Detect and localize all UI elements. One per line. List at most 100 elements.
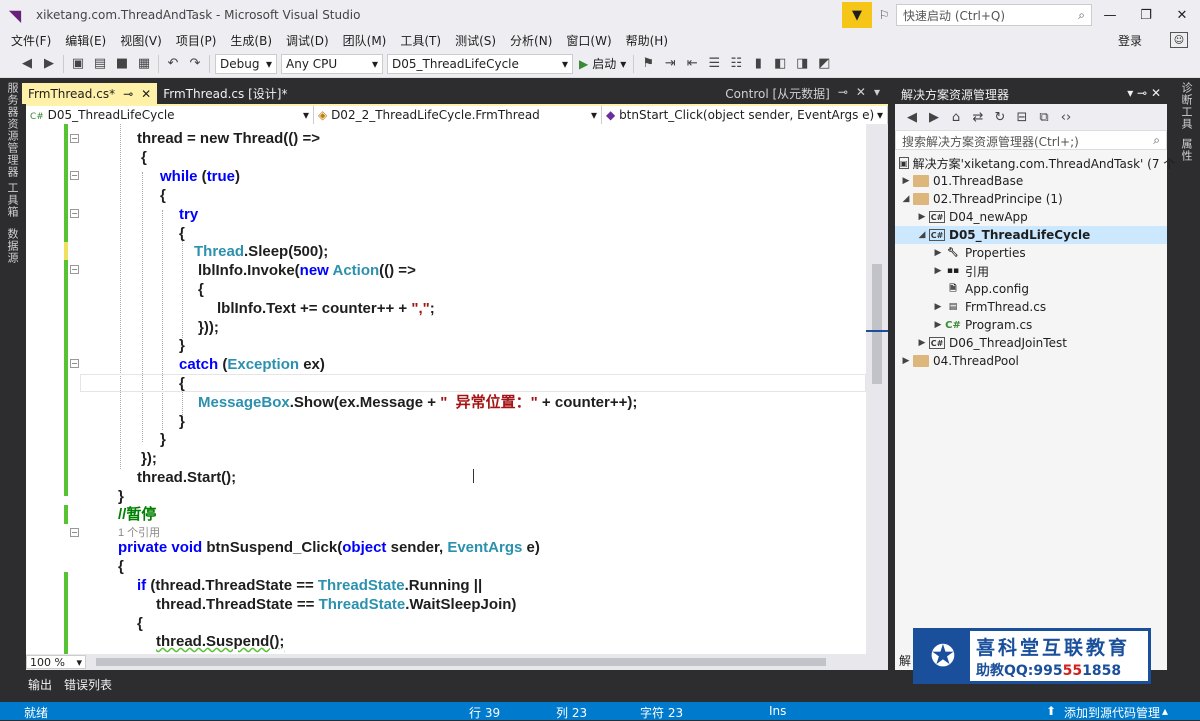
start-button[interactable]: ▶ 启动 ▾: [575, 55, 630, 72]
expand-arrow-icon[interactable]: ▶: [915, 338, 929, 348]
redo-icon[interactable]: ↷: [184, 53, 206, 75]
tree-item-threadbase[interactable]: ▶ 01.ThreadBase: [895, 172, 1167, 190]
metadata-tab[interactable]: Control [从元数据]: [725, 85, 830, 102]
menu-analyze[interactable]: 分析(N): [503, 32, 559, 49]
uncomment-icon[interactable]: ☷: [725, 53, 747, 75]
project-dropdown[interactable]: C# D05_ThreadLifeCycle ▾: [26, 106, 314, 124]
menu-team[interactable]: 团队(M): [336, 32, 394, 49]
expand-arrow-icon[interactable]: ▶: [931, 320, 945, 330]
tree-item-threadprincipe[interactable]: ◢ 02.ThreadPrincipe (1): [895, 190, 1167, 208]
close-icon[interactable]: ✕: [1151, 86, 1161, 100]
menu-window[interactable]: 窗口(W): [559, 32, 618, 49]
tree-item-solution[interactable]: ▣ 解决方案'xiketang.com.ThreadAndTask' (7 个: [895, 154, 1175, 172]
properties-tab[interactable]: 属性: [1178, 138, 1194, 162]
open-file-icon[interactable]: ▤: [89, 53, 111, 75]
forward-icon[interactable]: ▶: [923, 106, 945, 128]
tree-item-properties[interactable]: ▶ 🔧︎ Properties: [895, 244, 1167, 262]
forward-icon[interactable]: ▶: [38, 53, 60, 75]
menu-edit[interactable]: 编辑(E): [58, 32, 113, 49]
back-icon[interactable]: ◀: [901, 106, 923, 128]
menu-test[interactable]: 测试(S): [448, 32, 503, 49]
save-icon[interactable]: ■: [111, 53, 133, 75]
login-link[interactable]: 登录: [1118, 32, 1142, 49]
platform-select[interactable]: Any CPU ▾: [281, 53, 383, 74]
notification-filter-icon[interactable]: ▼: [842, 2, 872, 28]
collapse-toggle[interactable]: −: [70, 134, 79, 143]
back-icon[interactable]: ◀: [16, 53, 38, 75]
code-editor[interactable]: − − − − − − thread = new Thread(() => { …: [26, 124, 866, 654]
next-bookmark-icon[interactable]: ◨: [791, 53, 813, 75]
expand-arrow-icon[interactable]: ▶: [931, 266, 945, 276]
expand-arrow-icon[interactable]: ▶: [915, 212, 929, 222]
save-all-icon[interactable]: ▦: [133, 53, 155, 75]
refresh-icon[interactable]: ↻: [989, 106, 1011, 128]
server-explorer-tab[interactable]: 服务器资源管理器: [4, 82, 20, 178]
menu-file[interactable]: 文件(F): [4, 32, 58, 49]
tree-item-frmthread[interactable]: ▶ ▤ FrmThread.cs: [895, 298, 1167, 316]
collapse-toggle[interactable]: −: [70, 265, 79, 274]
startup-project-select[interactable]: D05_ThreadLifeCycle ▾: [387, 53, 573, 74]
configuration-select[interactable]: Debug ▾: [215, 53, 277, 74]
chevron-down-icon[interactable]: ▾: [874, 85, 880, 102]
comment-icon[interactable]: ☰: [703, 53, 725, 75]
step-icon[interactable]: ⇥: [659, 53, 681, 75]
collapse-toggle[interactable]: −: [70, 209, 79, 218]
solution-bottom-tab[interactable]: 解: [899, 652, 911, 669]
class-dropdown[interactable]: ◈ D02_2_ThreadLifeCycle.FrmThread ▾: [314, 106, 602, 124]
menu-project[interactable]: 项目(P): [169, 32, 224, 49]
new-project-icon[interactable]: ▣: [67, 53, 89, 75]
collapse-toggle[interactable]: −: [70, 528, 79, 537]
chevron-up-icon[interactable]: ▴: [1162, 704, 1168, 718]
feedback-flag-icon[interactable]: ⚐: [872, 3, 896, 27]
tree-item-program[interactable]: ▶ C# Program.cs: [895, 316, 1167, 334]
solution-search-input[interactable]: 搜索解决方案资源管理器(Ctrl+;) ⌕: [895, 130, 1167, 150]
error-list-tab[interactable]: 错误列表: [58, 676, 118, 693]
clear-bookmarks-icon[interactable]: ◩: [813, 53, 835, 75]
undo-icon[interactable]: ↶: [162, 53, 184, 75]
close-button[interactable]: ✕: [1164, 0, 1200, 30]
menu-debug[interactable]: 调试(D): [279, 32, 336, 49]
user-icon[interactable]: ☺: [1170, 32, 1188, 48]
minimize-button[interactable]: —: [1092, 0, 1128, 30]
source-control-button[interactable]: 添加到源代码管理: [1064, 704, 1160, 721]
member-dropdown[interactable]: ◆ btnStart_Click(object sender, EventArg…: [602, 106, 888, 124]
sync-icon[interactable]: ⇄: [967, 106, 989, 128]
menu-view[interactable]: 视图(V): [113, 32, 169, 49]
restore-button[interactable]: ❐: [1128, 0, 1164, 30]
tree-item-app-config[interactable]: 🗎︎ App.config: [895, 280, 1167, 298]
pin-icon[interactable]: ⊸: [838, 85, 848, 102]
find-icon[interactable]: ⚑: [637, 53, 659, 75]
code-view-icon[interactable]: ‹›: [1055, 106, 1077, 128]
expand-arrow-icon[interactable]: ▶: [931, 302, 945, 312]
chevron-down-icon[interactable]: ▾: [1127, 86, 1133, 100]
expand-arrow-icon[interactable]: ▶: [899, 176, 913, 186]
menu-help[interactable]: 帮助(H): [619, 32, 675, 49]
home-icon[interactable]: ⌂: [945, 106, 967, 128]
show-all-icon[interactable]: ⧉: [1033, 106, 1055, 128]
tree-item-references[interactable]: ▶ ▪▪ 引用: [895, 262, 1167, 280]
menu-tools[interactable]: 工具(T): [393, 32, 448, 49]
tab-frmthread-cs[interactable]: FrmThread.cs* ⊸ ✕: [22, 83, 158, 104]
quick-launch-input[interactable]: 快速启动 (Ctrl+Q) ⌕: [896, 4, 1092, 26]
pin-icon[interactable]: ⊸: [123, 87, 133, 101]
collapse-toggle[interactable]: −: [70, 171, 79, 180]
tree-item-threadpool[interactable]: ▶ 04.ThreadPool: [895, 352, 1167, 370]
collapse-arrow-icon[interactable]: ◢: [915, 230, 929, 240]
tree-item-d05[interactable]: ◢ C# D05_ThreadLifeCycle: [895, 226, 1167, 244]
collapse-all-icon[interactable]: ⊟: [1011, 106, 1033, 128]
expand-arrow-icon[interactable]: ▶: [899, 356, 913, 366]
close-icon[interactable]: ✕: [141, 87, 151, 101]
tab-frmthread-design[interactable]: FrmThread.cs [设计]*: [157, 83, 293, 104]
prev-bookmark-icon[interactable]: ◧: [769, 53, 791, 75]
tree-item-d06[interactable]: ▶ C# D06_ThreadJoinTest: [895, 334, 1167, 352]
collapse-toggle[interactable]: −: [70, 359, 79, 368]
collapse-arrow-icon[interactable]: ◢: [899, 194, 913, 204]
scroll-thumb[interactable]: [872, 264, 882, 384]
horizontal-scroll-thumb[interactable]: [96, 658, 826, 666]
diagnostic-tools-tab[interactable]: 诊断工具: [1178, 82, 1194, 130]
tree-item-d04[interactable]: ▶ C# D04_newApp: [895, 208, 1167, 226]
pin-icon[interactable]: ⊸: [1137, 86, 1147, 100]
bookmark-icon[interactable]: ▮: [747, 53, 769, 75]
expand-arrow-icon[interactable]: ▶: [931, 248, 945, 258]
output-tab[interactable]: 输出: [22, 676, 58, 693]
